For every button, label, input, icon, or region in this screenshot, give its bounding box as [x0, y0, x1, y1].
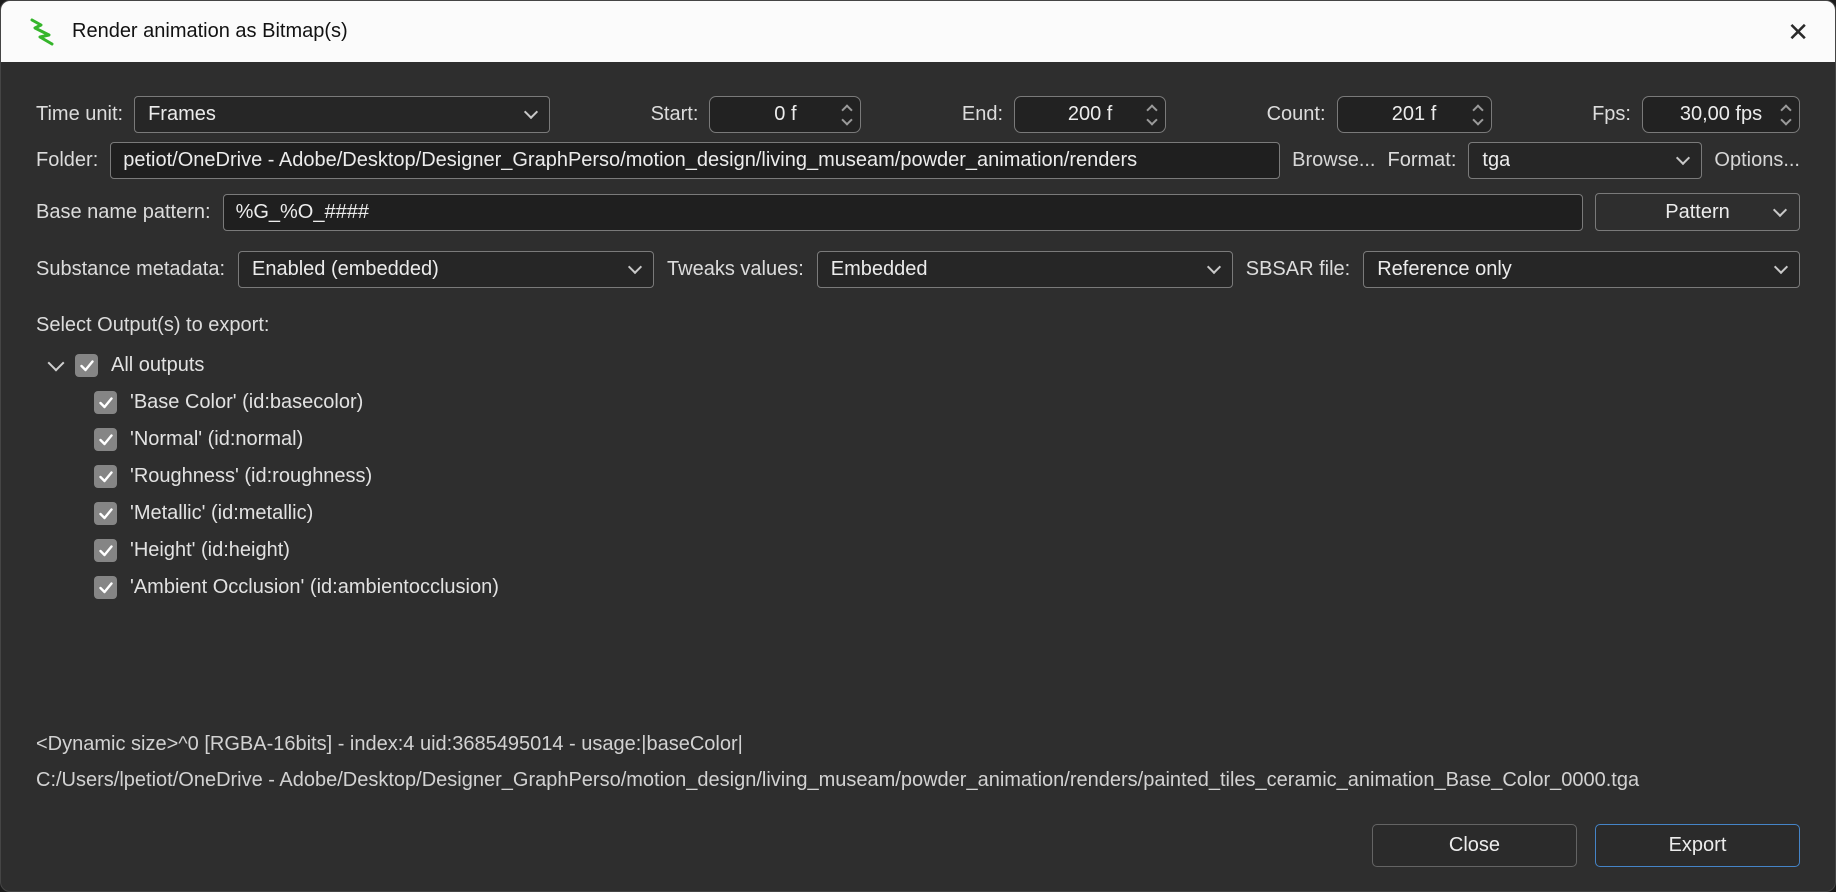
- dialog-body: Time unit: Frames Start: 0 f End: 200 f …: [1, 62, 1835, 891]
- close-icon[interactable]: ✕: [1787, 19, 1809, 45]
- spin-up-icon[interactable]: [841, 103, 854, 116]
- spinner-arrows: [841, 97, 854, 132]
- check-icon: [98, 544, 113, 556]
- render-animation-dialog: Render animation as Bitmap(s) ✕ Time uni…: [0, 0, 1836, 892]
- chevron-down-icon: [523, 104, 539, 120]
- count-value: 201 f: [1391, 103, 1437, 125]
- chevron-down-icon: [627, 259, 643, 275]
- check-icon: [98, 507, 113, 519]
- output-label: 'Ambient Occlusion' (id:ambientocclusion…: [130, 576, 499, 598]
- count-label: Count:: [1266, 103, 1326, 125]
- folder-input[interactable]: [110, 142, 1281, 179]
- pattern-dropdown-button[interactable]: Pattern: [1595, 193, 1800, 231]
- chevron-down-icon: [1676, 150, 1691, 166]
- output-row[interactable]: 'Normal' (id:normal): [36, 421, 1800, 458]
- format-dropdown[interactable]: tga: [1468, 142, 1703, 179]
- output-row[interactable]: 'Height' (id:height): [36, 532, 1800, 569]
- output-label: 'Height' (id:height): [130, 539, 290, 561]
- app-icon: [27, 17, 57, 47]
- output-path-info: C:/Users/lpetiot/OneDrive - Adobe/Deskto…: [36, 769, 1640, 791]
- output-row[interactable]: 'Roughness' (id:roughness): [36, 458, 1800, 495]
- output-checkbox[interactable]: [94, 576, 117, 599]
- spinner-arrows: [1780, 97, 1792, 132]
- time-unit-label: Time unit:: [36, 103, 124, 125]
- output-label: 'Metallic' (id:metallic): [130, 502, 314, 524]
- folder-row: Folder: Browse... Format: tga Options...: [36, 142, 1800, 179]
- output-row[interactable]: 'Metallic' (id:metallic): [36, 495, 1800, 532]
- spin-down-icon[interactable]: [1780, 113, 1792, 126]
- output-checkbox[interactable]: [94, 465, 117, 488]
- output-info: <Dynamic size>^0 [RGBA-16bits] - index:4…: [36, 726, 1800, 798]
- output-label: 'Base Color' (id:basecolor): [130, 391, 364, 413]
- base-name-row: Base name pattern: Pattern: [36, 193, 1800, 231]
- tweaks-values-dropdown[interactable]: Embedded: [816, 251, 1233, 288]
- tweaks-values-label: Tweaks values:: [667, 258, 804, 280]
- fps-label: Fps:: [1592, 103, 1631, 125]
- outputs-tree: All outputs 'Base Color' (id:basecolor) …: [36, 347, 1800, 606]
- time-unit-value: Frames: [148, 103, 216, 125]
- all-outputs-checkbox[interactable]: [75, 354, 98, 377]
- fps-spinner[interactable]: 30,00 fps: [1641, 96, 1800, 133]
- substance-metadata-dropdown[interactable]: Enabled (embedded): [238, 251, 655, 288]
- all-outputs-label: All outputs: [111, 354, 205, 376]
- chevron-down-icon: [1772, 202, 1788, 217]
- tweaks-values-value: Embedded: [830, 258, 928, 280]
- spin-down-icon[interactable]: [841, 113, 854, 126]
- timing-row: Time unit: Frames Start: 0 f End: 200 f …: [36, 96, 1800, 133]
- output-checkbox[interactable]: [94, 391, 117, 414]
- check-icon: [98, 581, 113, 593]
- substance-metadata-value: Enabled (embedded): [252, 258, 439, 280]
- format-value: tga: [1482, 149, 1511, 171]
- spinner-arrows: [1471, 97, 1484, 132]
- output-row[interactable]: 'Ambient Occlusion' (id:ambientocclusion…: [36, 569, 1800, 606]
- substance-metadata-label: Substance metadata:: [36, 258, 226, 280]
- sbsar-file-label: SBSAR file:: [1245, 258, 1351, 280]
- select-outputs-label: Select Output(s) to export:: [36, 314, 270, 336]
- start-value: 0 f: [774, 103, 797, 125]
- output-row[interactable]: 'Base Color' (id:basecolor): [36, 384, 1800, 421]
- expand-chevron-icon[interactable]: [47, 354, 65, 371]
- end-spinner[interactable]: 200 f: [1014, 96, 1167, 133]
- output-format-info: <Dynamic size>^0 [RGBA-16bits] - index:4…: [36, 733, 743, 755]
- base-name-label: Base name pattern:: [36, 200, 211, 223]
- start-spinner[interactable]: 0 f: [709, 96, 862, 133]
- metadata-row: Substance metadata: Enabled (embedded) T…: [36, 251, 1800, 288]
- sbsar-file-dropdown[interactable]: Reference only: [1363, 251, 1800, 288]
- check-icon: [79, 359, 94, 371]
- folder-label: Folder:: [36, 149, 99, 171]
- output-checkbox[interactable]: [94, 428, 117, 451]
- count-spinner[interactable]: 201 f: [1336, 96, 1492, 133]
- window-title: Render animation as Bitmap(s): [72, 20, 348, 42]
- output-checkbox[interactable]: [94, 539, 117, 562]
- titlebar: Render animation as Bitmap(s) ✕: [1, 1, 1835, 62]
- check-icon: [98, 470, 113, 482]
- start-label: Start:: [650, 103, 699, 125]
- all-outputs-row[interactable]: All outputs: [36, 347, 1800, 384]
- spin-down-icon[interactable]: [1471, 113, 1484, 126]
- base-name-input[interactable]: [222, 193, 1583, 231]
- close-button[interactable]: Close: [1372, 824, 1577, 867]
- output-checkbox[interactable]: [94, 502, 117, 525]
- check-icon: [98, 396, 113, 408]
- end-label: End:: [961, 103, 1004, 125]
- chevron-down-icon: [1773, 259, 1789, 275]
- export-button[interactable]: Export: [1595, 824, 1800, 867]
- sbsar-file-value: Reference only: [1377, 258, 1512, 280]
- check-icon: [98, 433, 113, 445]
- format-label: Format:: [1387, 149, 1457, 171]
- spin-down-icon[interactable]: [1146, 113, 1158, 126]
- options-button[interactable]: Options...: [1714, 149, 1800, 172]
- time-unit-dropdown[interactable]: Frames: [134, 96, 551, 133]
- output-label: 'Roughness' (id:roughness): [130, 465, 373, 487]
- pattern-button-label: Pattern: [1665, 200, 1730, 223]
- browse-button[interactable]: Browse...: [1292, 149, 1375, 172]
- chevron-down-icon: [1206, 259, 1221, 275]
- footer: Close Export: [36, 824, 1800, 867]
- fps-value: 30,00 fps: [1679, 103, 1763, 125]
- output-label: 'Normal' (id:normal): [130, 428, 304, 450]
- spinner-arrows: [1146, 97, 1158, 132]
- end-value: 200 f: [1067, 103, 1113, 125]
